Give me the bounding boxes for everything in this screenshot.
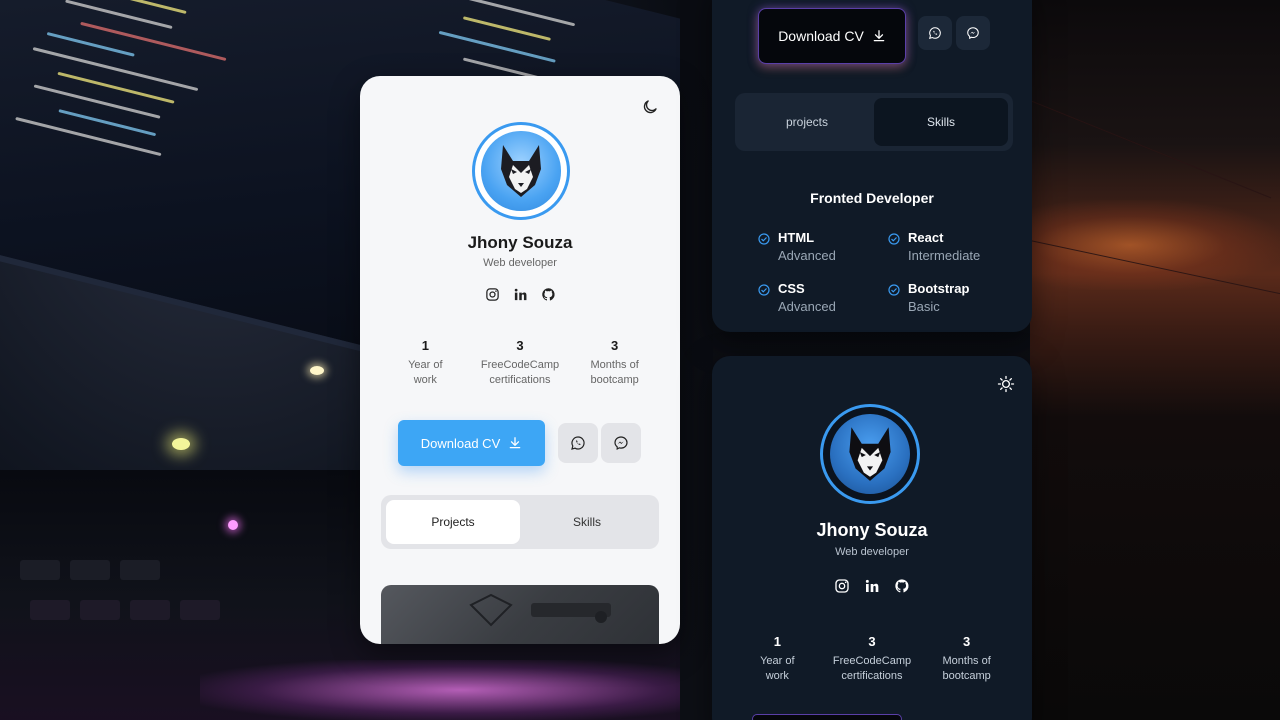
check-icon	[888, 284, 900, 296]
github-icon[interactable]	[540, 286, 556, 302]
messenger-button[interactable]	[956, 16, 990, 50]
stat-value: 1	[773, 634, 781, 649]
download-cv-label: Download CV	[420, 435, 501, 451]
husky-icon	[849, 427, 891, 481]
social-links	[360, 286, 680, 302]
skill-level: Advanced	[778, 299, 836, 314]
profile-tabs: projects Skills	[735, 93, 1013, 151]
profile-tabs: Projects Skills	[381, 495, 659, 549]
skill-name: Bootstrap	[908, 281, 970, 296]
skill-level: Intermediate	[908, 248, 981, 263]
messenger-button[interactable]	[601, 423, 641, 463]
skills-heading: Fronted Developer	[810, 190, 934, 206]
stat-bootcamp: 3 Months of bootcamp	[569, 338, 661, 388]
stat-value: 3	[611, 338, 619, 353]
husky-icon	[500, 144, 541, 197]
tab-skills[interactable]: Skills	[874, 98, 1008, 146]
check-icon	[758, 233, 770, 245]
download-icon	[509, 437, 521, 449]
stat-label: Year of work	[408, 359, 443, 386]
sun-icon[interactable]	[995, 373, 1017, 395]
yellow-led	[172, 438, 190, 450]
whatsapp-icon	[929, 27, 941, 39]
profile-card-light: Jhony Souza Web developer 1 Year of work …	[360, 76, 680, 644]
profile-name: Jhony Souza	[816, 520, 928, 540]
download-icon	[873, 30, 885, 42]
skills-card-dark: Download CV projects Skills Fronted Deve…	[712, 0, 1032, 332]
download-cv-label: Download CV	[778, 28, 864, 44]
moon-icon[interactable]	[639, 96, 661, 118]
stat-bootcamp: 3 Months of bootcamp	[921, 634, 1013, 684]
messenger-icon	[967, 27, 979, 40]
check-icon	[888, 233, 900, 245]
profile-role: Web developer	[483, 257, 557, 269]
whatsapp-button[interactable]	[918, 16, 952, 50]
stat-label: FreeCodeCamp certifications	[480, 359, 560, 386]
tab-projects[interactable]: projects	[740, 98, 874, 146]
profile-role: Web developer	[835, 546, 909, 558]
stat-certifications: 3 FreeCodeCamp certifications	[474, 338, 566, 388]
sunset-glow	[1030, 200, 1280, 290]
skill-item: Bootstrap Basic	[888, 281, 969, 314]
download-cv-button[interactable]: Download CV	[398, 420, 545, 466]
project-preview-image[interactable]	[381, 585, 659, 644]
skill-item: HTML Advanced	[758, 230, 836, 263]
profile-name: Jhony Souza	[467, 233, 573, 252]
background-sunset-window	[1030, 0, 1280, 720]
tab-projects[interactable]: Projects	[386, 500, 520, 544]
download-cv-button[interactable]: Download CV	[758, 8, 906, 64]
download-cv-button-partial[interactable]	[752, 714, 902, 720]
linkedin-icon[interactable]	[864, 578, 880, 594]
messenger-icon	[614, 436, 628, 451]
skill-item: CSS Advanced	[758, 281, 836, 314]
whatsapp-icon	[571, 436, 585, 450]
stat-value: 3	[963, 634, 971, 649]
stat-certifications: 3 FreeCodeCamp certifications	[826, 634, 918, 684]
avatar	[820, 404, 920, 504]
stat-label: Months of bootcamp	[590, 359, 639, 386]
linkedin-icon[interactable]	[512, 286, 528, 302]
skill-name: HTML	[778, 230, 815, 245]
stat-value: 3	[516, 338, 524, 353]
stats-row: 1 Year of work 3 FreeCodeCamp certificatio…	[360, 338, 680, 388]
stat-label: Months of bootcamp	[942, 655, 991, 682]
social-links	[712, 578, 1032, 594]
stat-value: 1	[421, 338, 429, 353]
magenta-led	[228, 520, 238, 530]
stat-year: 1 Year of work	[731, 634, 823, 684]
keyboard-glow	[200, 660, 720, 720]
stats-row: 1 Year of work 3 FreeCodeCamp certificatio…	[712, 634, 1032, 684]
profile-card-dark: Jhony Souza Web developer 1 Year of work …	[712, 356, 1032, 720]
whatsapp-button[interactable]	[558, 423, 598, 463]
avatar	[472, 122, 570, 220]
skill-name: React	[908, 230, 944, 245]
tab-skills[interactable]: Skills	[520, 500, 654, 544]
skill-level: Advanced	[778, 248, 836, 263]
white-led	[310, 366, 324, 375]
check-icon	[758, 284, 770, 296]
stat-value: 3	[868, 634, 876, 649]
stat-label: FreeCodeCamp certifications	[832, 655, 912, 682]
instagram-icon[interactable]	[484, 286, 500, 302]
github-icon[interactable]	[894, 578, 910, 594]
skill-level: Basic	[908, 299, 940, 314]
skill-name: CSS	[778, 281, 805, 296]
skill-item: React Intermediate	[888, 230, 980, 263]
stat-label: Year of work	[760, 655, 795, 682]
instagram-icon[interactable]	[834, 578, 850, 594]
stat-year: 1 Year of work	[379, 338, 471, 388]
